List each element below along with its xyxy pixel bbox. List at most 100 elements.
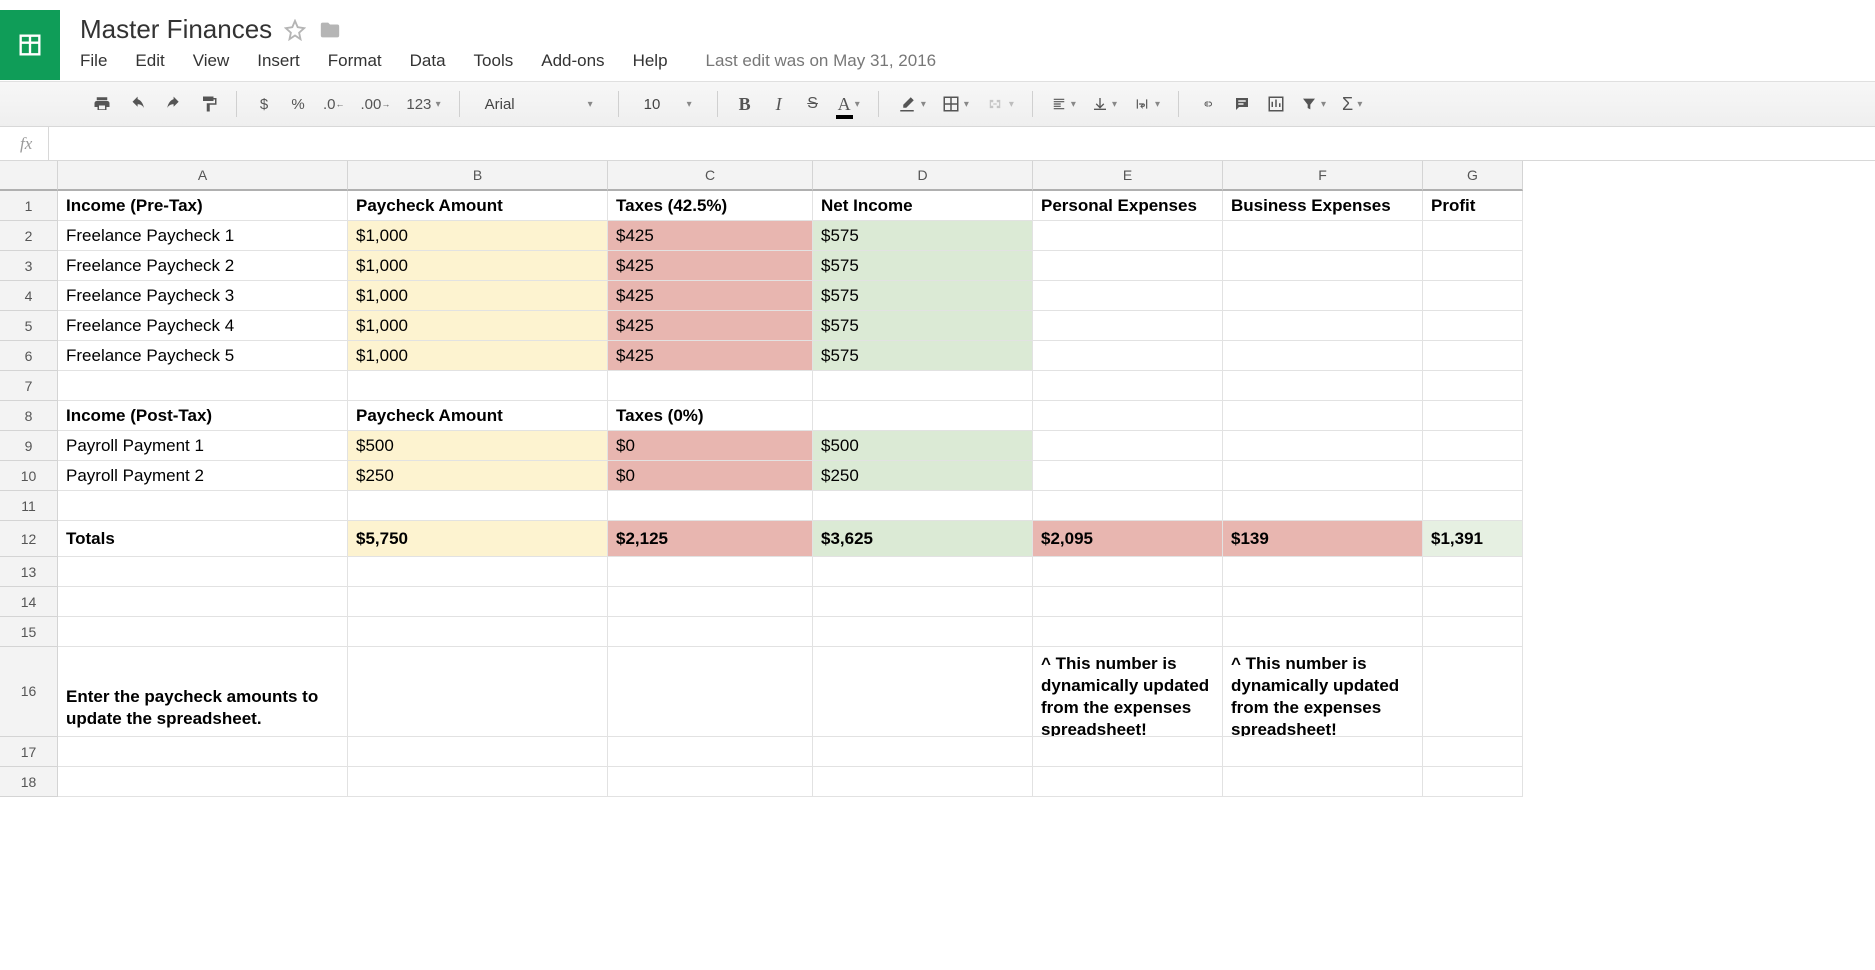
- redo-icon[interactable]: [160, 90, 188, 118]
- row-head-7[interactable]: 7: [0, 371, 58, 401]
- font-size-select[interactable]: 10▾: [633, 89, 703, 119]
- format-currency[interactable]: $: [251, 90, 277, 118]
- cell-B15[interactable]: [348, 617, 608, 647]
- cell-A1[interactable]: Income (Pre-Tax): [58, 191, 348, 221]
- cell-C9[interactable]: $0: [608, 431, 813, 461]
- cell-F8[interactable]: [1223, 401, 1423, 431]
- cell-C4[interactable]: $425: [608, 281, 813, 311]
- menu-addons[interactable]: Add-ons: [541, 51, 604, 71]
- borders-button[interactable]: ▾: [938, 90, 973, 118]
- cell-A8[interactable]: Income (Post-Tax): [58, 401, 348, 431]
- cell-F6[interactable]: [1223, 341, 1423, 371]
- undo-icon[interactable]: [124, 90, 152, 118]
- cell-E15[interactable]: [1033, 617, 1223, 647]
- cell-F16[interactable]: ^ This number is dynamically updated fro…: [1223, 647, 1423, 737]
- cell-A9[interactable]: Payroll Payment 1: [58, 431, 348, 461]
- cell-G18[interactable]: [1423, 767, 1523, 797]
- cell-E3[interactable]: [1033, 251, 1223, 281]
- horizontal-align-button[interactable]: ▾: [1047, 90, 1080, 118]
- cell-D17[interactable]: [813, 737, 1033, 767]
- cell-G8[interactable]: [1423, 401, 1523, 431]
- cell-C10[interactable]: $0: [608, 461, 813, 491]
- select-all-corner[interactable]: [0, 161, 58, 191]
- last-edit[interactable]: Last edit was on May 31, 2016: [706, 51, 937, 71]
- paint-format-icon[interactable]: [196, 90, 222, 118]
- cell-A18[interactable]: [58, 767, 348, 797]
- cell-F3[interactable]: [1223, 251, 1423, 281]
- cell-A10[interactable]: Payroll Payment 2: [58, 461, 348, 491]
- col-head-C[interactable]: C: [608, 161, 813, 191]
- row-head-15[interactable]: 15: [0, 617, 58, 647]
- italic-button[interactable]: I: [766, 90, 792, 118]
- cell-G10[interactable]: [1423, 461, 1523, 491]
- cell-D7[interactable]: [813, 371, 1033, 401]
- insert-link-button[interactable]: [1193, 90, 1221, 118]
- cell-B5[interactable]: $1,000: [348, 311, 608, 341]
- folder-icon[interactable]: [318, 19, 342, 41]
- cell-A6[interactable]: Freelance Paycheck 5: [58, 341, 348, 371]
- cell-G7[interactable]: [1423, 371, 1523, 401]
- cell-A2[interactable]: Freelance Paycheck 1: [58, 221, 348, 251]
- cell-A14[interactable]: [58, 587, 348, 617]
- cell-B12[interactable]: $5,750: [348, 521, 608, 557]
- functions-button[interactable]: Σ ▾: [1338, 90, 1366, 118]
- cell-E12[interactable]: $2,095: [1033, 521, 1223, 557]
- cell-E8[interactable]: [1033, 401, 1223, 431]
- row-head-9[interactable]: 9: [0, 431, 58, 461]
- cell-C5[interactable]: $425: [608, 311, 813, 341]
- text-wrap-button[interactable]: ▾: [1129, 90, 1164, 118]
- cell-F13[interactable]: [1223, 557, 1423, 587]
- cell-F18[interactable]: [1223, 767, 1423, 797]
- cell-B9[interactable]: $500: [348, 431, 608, 461]
- spreadsheet-grid[interactable]: A B C D E F G 1 Income (Pre-Tax) Paychec…: [0, 161, 1875, 797]
- cell-D10[interactable]: $250: [813, 461, 1033, 491]
- cell-D2[interactable]: $575: [813, 221, 1033, 251]
- doc-title[interactable]: Master Finances: [80, 14, 272, 45]
- cell-C17[interactable]: [608, 737, 813, 767]
- cell-C16[interactable]: [608, 647, 813, 737]
- cell-G1[interactable]: Profit: [1423, 191, 1523, 221]
- cell-D4[interactable]: $575: [813, 281, 1033, 311]
- cell-E6[interactable]: [1033, 341, 1223, 371]
- cell-F11[interactable]: [1223, 491, 1423, 521]
- formula-input[interactable]: [48, 127, 1865, 160]
- cell-B6[interactable]: $1,000: [348, 341, 608, 371]
- cell-D18[interactable]: [813, 767, 1033, 797]
- col-head-G[interactable]: G: [1423, 161, 1523, 191]
- cell-A13[interactable]: [58, 557, 348, 587]
- cell-D9[interactable]: $500: [813, 431, 1033, 461]
- cell-F9[interactable]: [1223, 431, 1423, 461]
- cell-C3[interactable]: $425: [608, 251, 813, 281]
- cell-C15[interactable]: [608, 617, 813, 647]
- col-head-E[interactable]: E: [1033, 161, 1223, 191]
- cell-D1[interactable]: Net Income: [813, 191, 1033, 221]
- row-head-11[interactable]: 11: [0, 491, 58, 521]
- cell-D8[interactable]: [813, 401, 1033, 431]
- cell-C12[interactable]: $2,125: [608, 521, 813, 557]
- cell-F5[interactable]: [1223, 311, 1423, 341]
- cell-F14[interactable]: [1223, 587, 1423, 617]
- cell-F7[interactable]: [1223, 371, 1423, 401]
- menu-insert[interactable]: Insert: [257, 51, 300, 71]
- cell-E10[interactable]: [1033, 461, 1223, 491]
- row-head-5[interactable]: 5: [0, 311, 58, 341]
- filter-button[interactable]: ▾: [1297, 90, 1330, 118]
- cell-G13[interactable]: [1423, 557, 1523, 587]
- cell-C8[interactable]: Taxes (0%): [608, 401, 813, 431]
- menu-file[interactable]: File: [80, 51, 107, 71]
- cell-G3[interactable]: [1423, 251, 1523, 281]
- cell-G15[interactable]: [1423, 617, 1523, 647]
- cell-A4[interactable]: Freelance Paycheck 3: [58, 281, 348, 311]
- cell-B16[interactable]: [348, 647, 608, 737]
- row-head-4[interactable]: 4: [0, 281, 58, 311]
- cell-B3[interactable]: $1,000: [348, 251, 608, 281]
- cell-B10[interactable]: $250: [348, 461, 608, 491]
- cell-B1[interactable]: Paycheck Amount: [348, 191, 608, 221]
- cell-E9[interactable]: [1033, 431, 1223, 461]
- cell-A17[interactable]: [58, 737, 348, 767]
- cell-B11[interactable]: [348, 491, 608, 521]
- cell-C18[interactable]: [608, 767, 813, 797]
- cell-B7[interactable]: [348, 371, 608, 401]
- cell-G4[interactable]: [1423, 281, 1523, 311]
- cell-A12[interactable]: Totals: [58, 521, 348, 557]
